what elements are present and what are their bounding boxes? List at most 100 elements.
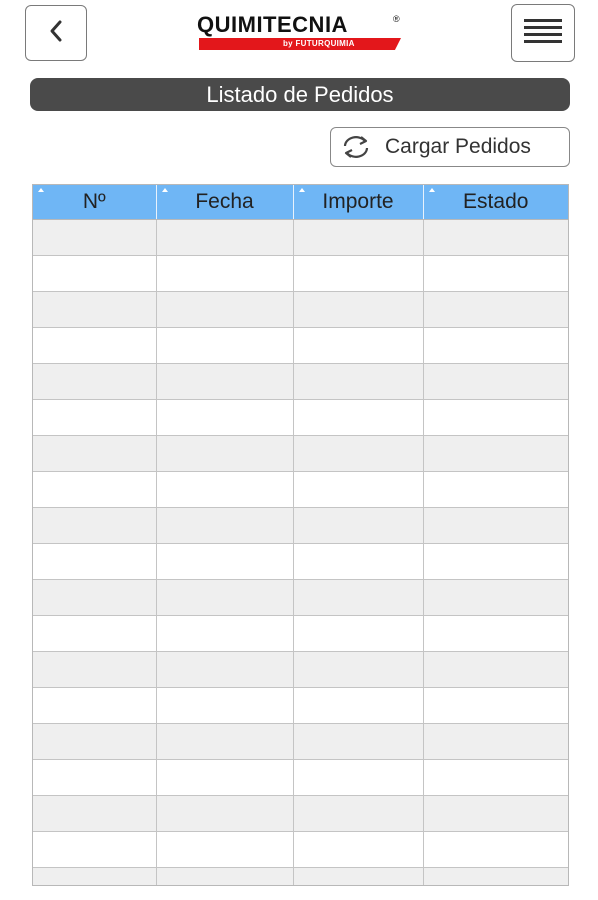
column-header-amount[interactable]: Importe	[293, 185, 424, 220]
table-cell	[156, 507, 294, 544]
table-cell	[293, 255, 424, 292]
sort-icon	[161, 188, 168, 192]
table-row[interactable]	[33, 435, 568, 472]
brand-logo: QUIMITECNIA ® by FUTURQUIMIA	[197, 12, 402, 52]
logo-brand-text: QUIMITECNIA	[197, 12, 348, 37]
table-cell	[293, 651, 424, 688]
table-cell	[293, 399, 424, 436]
table-cell	[293, 219, 424, 256]
table-row[interactable]	[33, 363, 568, 400]
table-cell	[156, 687, 294, 724]
table-cell	[423, 615, 568, 652]
table-cell	[293, 291, 424, 328]
table-row[interactable]	[33, 399, 568, 436]
table-row[interactable]	[33, 831, 568, 868]
table-cell	[156, 291, 294, 328]
table-row[interactable]	[33, 723, 568, 760]
table-cell	[423, 651, 568, 688]
table-row[interactable]	[33, 759, 568, 796]
table-cell	[33, 615, 157, 652]
table-row[interactable]	[33, 291, 568, 328]
orders-table: Nº Fecha Importe Estado	[32, 184, 569, 886]
table-row[interactable]	[33, 255, 568, 292]
table-cell	[423, 759, 568, 796]
table-cell	[423, 399, 568, 436]
table-row[interactable]	[33, 507, 568, 544]
table-row[interactable]	[33, 795, 568, 832]
table-cell	[423, 255, 568, 292]
table-row[interactable]	[33, 651, 568, 688]
column-header-label: Estado	[463, 190, 529, 213]
table-row[interactable]	[33, 543, 568, 580]
table-cell	[156, 579, 294, 616]
table-cell	[33, 687, 157, 724]
table-cell	[156, 327, 294, 364]
table-cell	[293, 615, 424, 652]
table-cell	[156, 867, 294, 885]
table-cell	[33, 543, 157, 580]
table-row[interactable]	[33, 471, 568, 508]
logo-registered-mark: ®	[393, 14, 400, 24]
chevron-left-icon	[47, 18, 65, 49]
table-row[interactable]	[33, 219, 568, 256]
table-cell	[33, 219, 157, 256]
table-cell	[156, 651, 294, 688]
table-cell	[423, 831, 568, 868]
table-header-row: Nº Fecha Importe Estado	[33, 185, 568, 220]
column-header-label: Importe	[322, 190, 394, 213]
app-header: QUIMITECNIA ® by FUTURQUIMIA	[0, 0, 598, 70]
table-cell	[33, 831, 157, 868]
table-cell	[293, 363, 424, 400]
table-cell	[423, 543, 568, 580]
table-cell	[156, 723, 294, 760]
table-cell	[33, 363, 157, 400]
table-cell	[423, 687, 568, 724]
table-cell	[33, 471, 157, 508]
table-cell	[156, 255, 294, 292]
table-cell	[156, 471, 294, 508]
column-header-label: Nº	[82, 190, 106, 213]
load-orders-label: Cargar Pedidos	[385, 135, 531, 158]
column-header-status[interactable]: Estado	[423, 185, 568, 220]
table-row[interactable]	[33, 579, 568, 616]
sort-icon	[298, 188, 305, 192]
table-cell	[33, 759, 157, 796]
table-row[interactable]	[33, 867, 568, 885]
column-header-date[interactable]: Fecha	[156, 185, 294, 220]
refresh-icon	[339, 133, 373, 161]
table-row[interactable]	[33, 615, 568, 652]
table-cell	[33, 435, 157, 472]
table-cell	[33, 795, 157, 832]
table-cell	[33, 579, 157, 616]
table-body	[33, 219, 568, 885]
table-cell	[156, 543, 294, 580]
column-header-number[interactable]: Nº	[33, 185, 157, 220]
table-cell	[293, 507, 424, 544]
table-cell	[293, 723, 424, 760]
table-cell	[156, 363, 294, 400]
table-cell	[33, 723, 157, 760]
table-row[interactable]	[33, 327, 568, 364]
table-cell	[33, 867, 157, 885]
back-button[interactable]	[25, 5, 87, 61]
table-cell	[33, 291, 157, 328]
table-cell	[293, 759, 424, 796]
table-row[interactable]	[33, 687, 568, 724]
table-cell	[423, 579, 568, 616]
table-cell	[293, 471, 424, 508]
table-cell	[33, 399, 157, 436]
table-cell	[423, 327, 568, 364]
table-cell	[156, 399, 294, 436]
table-cell	[423, 363, 568, 400]
table-cell	[423, 219, 568, 256]
table-cell	[156, 435, 294, 472]
table-cell	[423, 723, 568, 760]
hamburger-menu-icon	[524, 16, 562, 51]
load-orders-button[interactable]: Cargar Pedidos	[330, 127, 570, 167]
table-cell	[33, 255, 157, 292]
menu-button[interactable]	[511, 4, 575, 62]
logo-subtitle: by FUTURQUIMIA	[283, 39, 355, 48]
table-cell	[156, 615, 294, 652]
table-cell	[33, 327, 157, 364]
table-cell	[293, 831, 424, 868]
